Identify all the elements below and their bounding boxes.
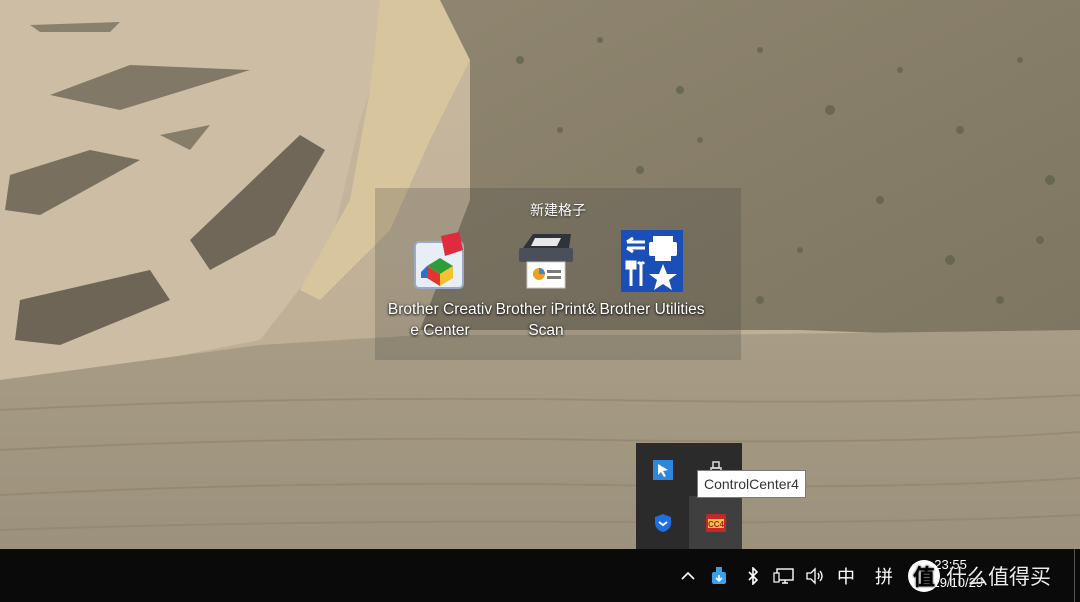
fence-title[interactable]: 新建格子 [375, 200, 741, 220]
tray-item-shield[interactable] [636, 496, 689, 549]
bluetooth-icon [748, 566, 759, 585]
desktop-fence[interactable]: 新建格子 Brother Creative Center Brother iPr… [375, 188, 741, 360]
ime-layout-button[interactable]: 拼 [870, 549, 898, 602]
desktop-icon-label: Brother Utilities [599, 301, 705, 318]
cursor-app-icon [652, 459, 673, 480]
brother-status-icon [712, 566, 726, 584]
desktop-icon-label: Brother Creative Center [387, 301, 493, 339]
tray-item-bluetooth[interactable] [742, 549, 764, 602]
speaker-icon [806, 566, 823, 585]
scanner-icon [519, 234, 573, 289]
chevron-up-icon [681, 571, 695, 580]
shield-icon [654, 513, 671, 532]
watermark-logo-icon: 值 [908, 560, 940, 592]
desktop-icon-label: Brother iPrint&Scan [495, 301, 597, 339]
watermark-text: 什么值得买 [946, 565, 1051, 589]
network-icon [773, 567, 794, 584]
ime-language-button[interactable]: 中 [832, 549, 860, 602]
tray-item-controlcenter4[interactable]: CC4 [689, 496, 742, 549]
tray-item-volume[interactable] [802, 549, 828, 602]
desktop-icon-brother-iprint-scan[interactable]: Brother iPrint&Scan [492, 228, 600, 341]
tooltip-controlcenter4: ControlCenter4 [697, 470, 806, 498]
show-desktop-button[interactable] [1074, 549, 1075, 602]
tray-item-brother-status[interactable] [706, 549, 732, 602]
desktop-icon-brother-utilities[interactable]: Brother Utilities [598, 228, 706, 320]
tray-item-network[interactable] [770, 549, 798, 602]
brother-creative-center-icon [414, 232, 464, 289]
controlcenter4-icon: CC4 [705, 513, 726, 532]
tray-item-cursor-app[interactable] [636, 443, 689, 496]
site-watermark: 值 什么值得买 [908, 556, 1051, 596]
show-hidden-icons-button[interactable] [676, 549, 700, 602]
desktop-icon-brother-creative-center[interactable]: Brother Creative Center [386, 228, 494, 341]
brother-utilities-icon [621, 230, 683, 292]
svg-text:CC4: CC4 [707, 520, 724, 529]
